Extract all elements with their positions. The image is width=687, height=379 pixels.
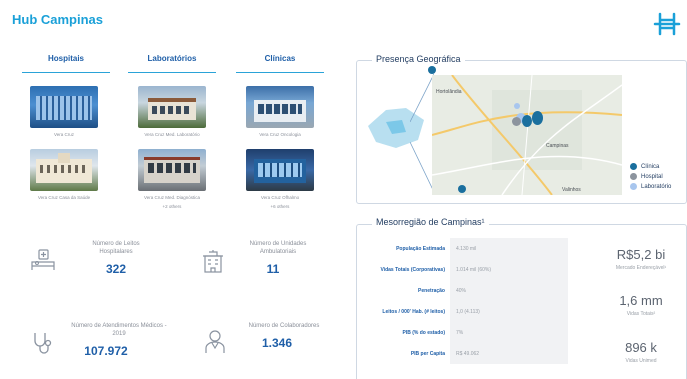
facility-photo: [246, 149, 314, 191]
table-row: PIB (% do estado) 7%: [372, 322, 568, 343]
highlight-value: 1,6 mm: [619, 293, 663, 308]
highlight-label: Vidas Unimed: [625, 358, 657, 364]
column-underline: [128, 72, 216, 73]
row-key: População Estimada: [396, 245, 445, 252]
highlight-value: R$5,2 bi: [616, 247, 666, 262]
map-marker-clinic: [532, 111, 543, 125]
row-value: 1,0 (4.113): [450, 301, 568, 322]
row-key: Vidas Totais (Corporativas): [380, 266, 445, 273]
facility-photo: [138, 149, 206, 191]
row-key: Penetração: [418, 287, 445, 294]
company-logo-icon: [653, 12, 681, 36]
legend-label: Clínica: [641, 164, 660, 171]
more-count: +6 others: [270, 204, 290, 209]
map-legend: Clínica Hospital Laboratório: [630, 163, 671, 190]
stat-value: 107.972: [84, 344, 128, 358]
legend-item: Hospital: [630, 173, 671, 180]
facility-caption: Vera Cruz Casa da Saúde: [37, 195, 91, 200]
map-label: Campinas: [546, 143, 569, 149]
facility-caption: Vera Cruz Oncologia: [259, 132, 301, 137]
facility-card: Vera Cruz Ofhalmo +6 others: [246, 149, 314, 209]
region-map: Hortolândia Campinas Valinhos: [432, 75, 622, 195]
highlight-label: Vidas Totais²: [626, 311, 656, 317]
facility-card: Vera Cruz Casa da Saúde: [30, 149, 98, 200]
row-value: 40%: [450, 280, 568, 301]
map-label: Hortolândia: [436, 89, 462, 95]
legend-label: Hospital: [641, 174, 663, 181]
stat-label: Número de Atendimentos Médicos - 2019: [71, 323, 167, 337]
stat-value: 322: [105, 262, 127, 276]
stat-label: Número de Leitos Hospitalares: [92, 241, 140, 255]
legend-item: Laboratório: [630, 183, 671, 190]
facility-caption: Vera Cruz Ofhalmo: [260, 195, 300, 200]
facility-photo: [30, 86, 98, 128]
facility-caption: Vera Cruz Med. Laboratório: [144, 132, 200, 137]
zoom-connector: [410, 73, 434, 193]
facility-photo: [30, 149, 98, 191]
facility-card: Vera Cruz: [30, 86, 98, 137]
table-row: PIB per Capita R$ 49.062: [372, 343, 568, 364]
stat-label: Número de Colaboradores: [248, 323, 320, 329]
map-pin: [458, 185, 466, 193]
highlight-unimed: 896 k Vidas Unimed: [596, 340, 686, 364]
facility-card: Vera Cruz Med. Diagnóstica +2 others: [138, 149, 206, 209]
facility-caption: Vera Cruz Med. Diagnóstica: [143, 195, 201, 200]
facility-photo: [138, 86, 206, 128]
stat-appointments: Número de Atendimentos Médicos - 2019 10…: [30, 322, 180, 358]
table-row: População Estimada 4.130 mil: [372, 238, 568, 259]
table-row: Vidas Totais (Corporativas) 1.014 mil (60…: [372, 259, 568, 280]
row-key: Leitos / 000' Hab. (# leitos): [382, 308, 445, 315]
meso-table: População Estimada 4.130 mil Vidas Totais…: [372, 238, 568, 364]
row-value: 1.014 mil (60%): [450, 259, 568, 280]
column-header-laboratorios: Laboratórios: [147, 54, 197, 63]
highlight-market: R$5,2 bi Mercado Endereçável¹: [596, 247, 686, 271]
legend-swatch: [630, 183, 637, 191]
meso-panel-title: Mesorregião de Campinas¹: [372, 217, 489, 227]
column-underline: [22, 72, 110, 73]
table-row: Penetração 40%: [372, 280, 568, 301]
highlight-value: 896 k: [625, 340, 657, 355]
legend-item: Clínica: [630, 163, 671, 170]
highlight-lives: 1,6 mm Vidas Totais²: [596, 293, 686, 317]
map-label: Valinhos: [562, 187, 581, 193]
page-title: Hub Campinas: [12, 12, 104, 27]
facility-photo: [246, 86, 314, 128]
facility-caption: Vera Cruz: [53, 132, 74, 137]
facility-card: Vera Cruz Med. Laboratório: [138, 86, 206, 137]
map-pin: [428, 66, 436, 74]
row-value: 4.130 mil: [450, 238, 568, 259]
row-key: PIB (% do estado): [402, 329, 445, 336]
table-row: Leitos / 000' Hab. (# leitos) 1,0 (4.113): [372, 301, 568, 322]
stat-employees: Número de Colaboradores 1.346: [198, 322, 348, 350]
row-value: 7%: [450, 322, 568, 343]
geo-panel-title: Presença Geográfica: [372, 54, 465, 64]
stat-value: 1.346: [261, 336, 293, 350]
column-header-clinicas: Clínicas: [264, 54, 296, 63]
column-header-hospitais: Hospitais: [47, 54, 84, 63]
legend-swatch: [630, 163, 637, 170]
legend-label: Laboratório: [641, 184, 672, 191]
highlight-label: Mercado Endereçável¹: [615, 265, 667, 271]
stat-beds: Número de Leitos Hospitalares 322: [30, 240, 180, 276]
row-value: R$ 49.062: [450, 343, 568, 364]
more-count: +2 others: [162, 204, 182, 209]
legend-swatch: [630, 173, 637, 181]
map-marker-clinic: [522, 115, 532, 127]
stat-label: Número de Unidades Ambulatoriais: [249, 241, 307, 255]
map-marker-lab: [514, 103, 520, 109]
facility-card: Vera Cruz Oncologia: [246, 86, 314, 137]
stat-value: 11: [266, 262, 280, 276]
map-marker-hospital: [512, 117, 521, 126]
column-underline: [236, 72, 324, 73]
row-key: PIB per Capita: [410, 350, 445, 357]
stat-units: Número de Unidades Ambulatoriais 11: [194, 240, 344, 276]
